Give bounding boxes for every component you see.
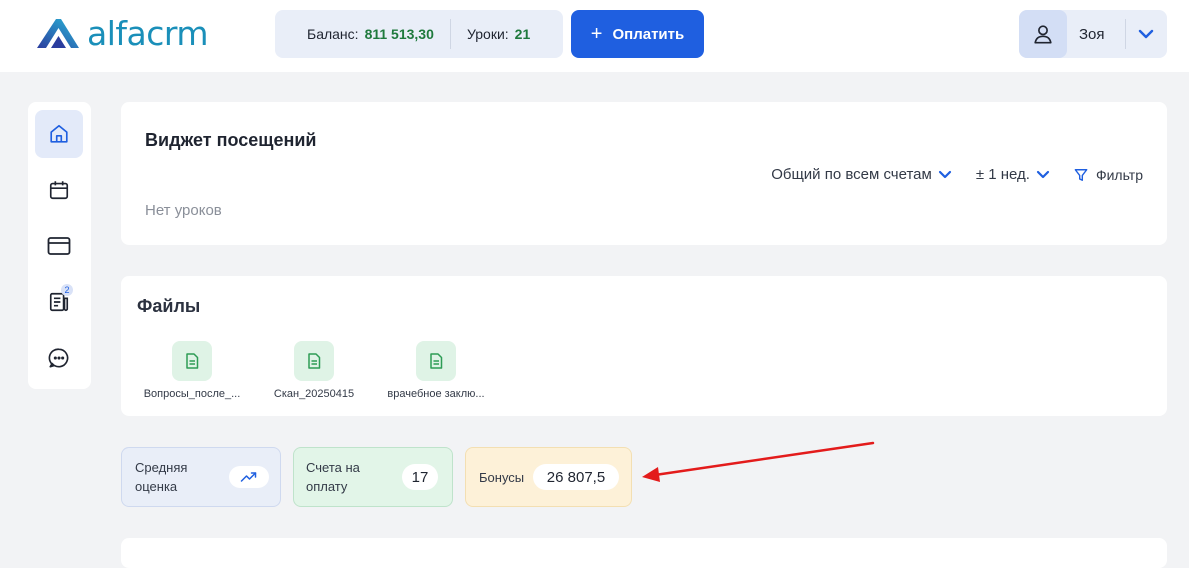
annotation-arrow-icon <box>642 441 875 482</box>
